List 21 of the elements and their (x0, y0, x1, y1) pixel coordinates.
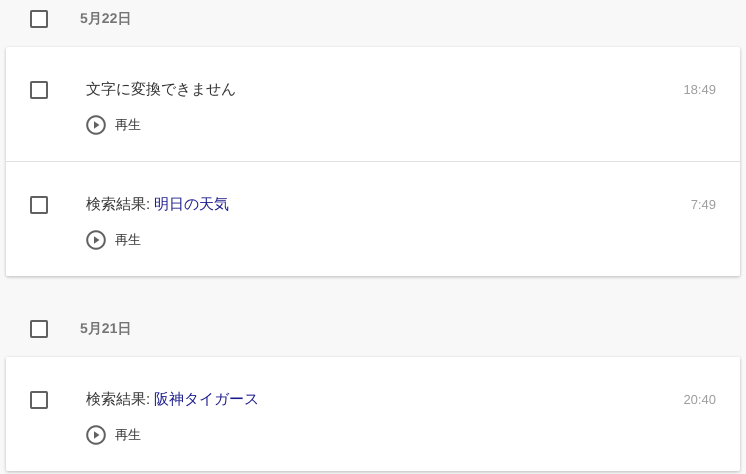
search-query-link[interactable]: 明日の天気 (154, 195, 230, 215)
checkbox[interactable] (30, 320, 48, 338)
entry-time: 20:40 (683, 391, 716, 409)
entry-time: 18:49 (683, 81, 716, 99)
entry-label: 検索結果: (86, 390, 150, 410)
play-button[interactable]: 再生 (86, 230, 141, 250)
checkbox[interactable] (30, 81, 48, 99)
play-button[interactable]: 再生 (86, 115, 141, 135)
checkbox[interactable] (30, 391, 48, 409)
checkbox[interactable] (30, 196, 48, 214)
entry-label: 検索結果: (86, 195, 150, 215)
entry-time: 7:49 (690, 196, 716, 214)
play-icon (86, 115, 106, 135)
play-icon (86, 230, 106, 250)
entry-title: 文字に変換できません (86, 80, 236, 100)
date-heading: 5月22日 (80, 10, 132, 28)
search-query-link[interactable]: 阪神タイガース (154, 390, 260, 410)
checkbox[interactable] (30, 10, 48, 28)
play-button[interactable]: 再生 (86, 425, 141, 445)
play-icon (86, 425, 106, 445)
date-heading: 5月21日 (80, 320, 132, 338)
